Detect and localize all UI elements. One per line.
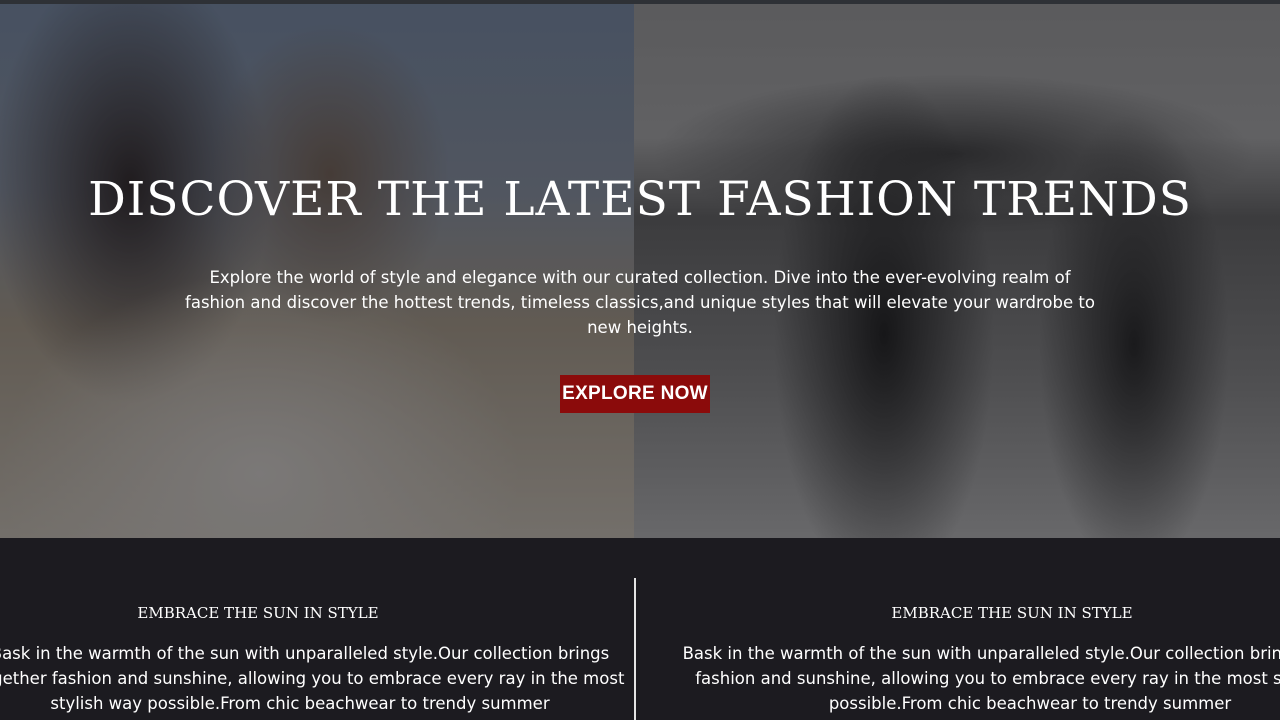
hero-section: DISCOVER THE LATEST FASHION TRENDS Explo… [0, 4, 1280, 538]
feature-text-right: Bask in the warmth of the sun with unpar… [636, 641, 1280, 716]
feature-title-left: EMBRACE THE SUN IN STYLE [137, 604, 379, 622]
hero-title: DISCOVER THE LATEST FASHION TRENDS [88, 172, 1192, 227]
hero-description: Explore the world of style and elegance … [185, 268, 1095, 337]
feature-title-right: EMBRACE THE SUN IN STYLE [891, 604, 1133, 622]
features-section: EMBRACE THE SUN IN STYLE Bask in the war… [0, 538, 1280, 720]
feature-text-left: Bask in the warmth of the sun with unpar… [0, 641, 634, 716]
feature-text-left-content: Bask in the warmth of the sun with unpar… [0, 644, 625, 713]
feature-text-right-content: Bask in the warmth of the sun with unpar… [682, 644, 1280, 713]
explore-now-button[interactable]: EXPLORE NOW [560, 375, 710, 413]
